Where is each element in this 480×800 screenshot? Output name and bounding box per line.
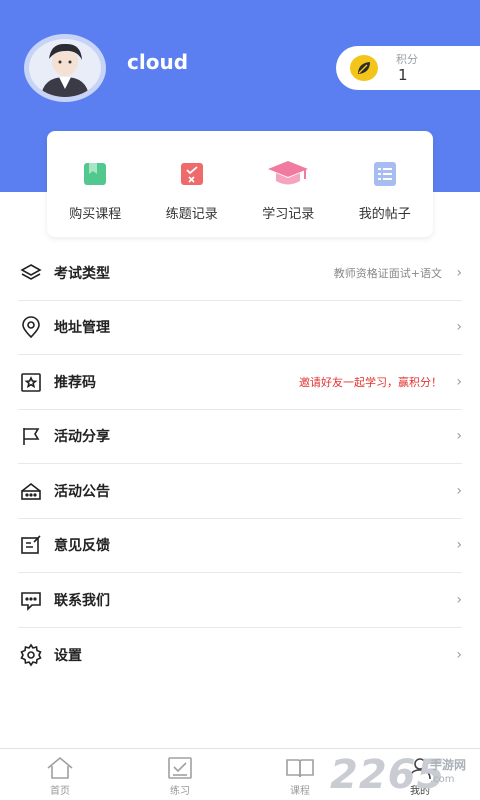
practice-icon [167, 755, 193, 781]
menu-item-label: 活动分享 [54, 429, 110, 446]
home-icon [46, 755, 74, 781]
menu-item-label: 考试类型 [54, 265, 110, 282]
layers-icon [18, 260, 44, 286]
menu-item-label: 推荐码 [54, 374, 96, 391]
chevron-right-icon: › [456, 646, 462, 663]
tab-home[interactable]: 首页 [0, 749, 120, 800]
tab-label: 首页 [50, 786, 70, 797]
menu-item-value: 教师资格证面试+语文 [333, 266, 442, 280]
chevron-right-icon: › [456, 482, 462, 499]
open-book-icon [285, 755, 315, 781]
menu-item-referral-code[interactable]: 推荐码 邀请好友一起学习，赢积分！ › [18, 355, 462, 410]
tab-label: 课程 [290, 786, 310, 797]
quick-action-label: 我的帖子 [358, 207, 411, 222]
quick-action-label: 学习记录 [262, 207, 315, 222]
star-badge-icon [18, 369, 44, 395]
gear-icon [18, 642, 44, 668]
menu-item-label: 联系我们 [54, 592, 110, 609]
chevron-right-icon: › [456, 537, 462, 554]
quick-action-label: 购买课程 [69, 207, 122, 222]
watermark-text: 手游网 [430, 758, 467, 772]
tab-label: 练习 [170, 786, 190, 797]
chevron-right-icon: › [456, 319, 462, 336]
quick-action-label: 练题记录 [165, 207, 218, 222]
quick-action-buy-courses[interactable]: 购买课程 [47, 131, 144, 237]
menu-item-feedback[interactable]: 意见反馈 › [18, 519, 462, 573]
referral-promo-text: 邀请好友一起学习，赢积分！ [299, 375, 442, 389]
quick-action-my-posts[interactable]: 我的帖子 [337, 131, 434, 237]
settings-menu: 考试类型 教师资格证面试+语文 › 地址管理 › 推荐码 邀请好友一起学习，赢积… [18, 246, 462, 682]
flag-icon [18, 423, 44, 449]
points-label: 积分 [396, 53, 418, 66]
menu-item-label: 活动公告 [54, 483, 110, 500]
points-value: 1 [398, 66, 408, 84]
menu-item-contact-us[interactable]: 联系我们 › [18, 573, 462, 628]
watermark-url: .com [430, 774, 455, 785]
avatar-illustration [41, 43, 89, 97]
chevron-right-icon: › [456, 428, 462, 445]
chevron-right-icon: › [456, 264, 462, 281]
menu-item-address[interactable]: 地址管理 › [18, 301, 462, 355]
points-badge[interactable]: 积分 1 [336, 46, 480, 90]
menu-item-label: 地址管理 [54, 320, 110, 337]
avatar[interactable] [24, 34, 106, 102]
edit-note-icon [18, 532, 44, 558]
checklist-icon [179, 159, 205, 189]
quick-action-study-record[interactable]: 学习记录 [240, 131, 337, 237]
tab-practice[interactable]: 练习 [120, 749, 240, 800]
menu-item-announcements[interactable]: 活动公告 › [18, 464, 462, 519]
menu-item-label: 意见反馈 [54, 538, 110, 555]
profile-page: cloud 积分 1 购买课程 练题记录 学习记录 我的帖子 考试类型 教师资格… [0, 0, 480, 800]
menu-item-label: 设置 [54, 647, 82, 664]
menu-item-activity-share[interactable]: 活动分享 › [18, 410, 462, 464]
quick-action-practice-record[interactable]: 练题记录 [144, 131, 241, 237]
leaf-icon [350, 55, 378, 81]
menu-item-exam-type[interactable]: 考试类型 教师资格证面试+语文 › [18, 246, 462, 301]
chevron-right-icon: › [456, 373, 462, 390]
chevron-right-icon: › [456, 591, 462, 608]
menu-item-settings[interactable]: 设置 › [18, 628, 462, 683]
site-watermark: 2265 手游网 .com [330, 752, 478, 798]
quick-actions-card: 购买课程 练题记录 学习记录 我的帖子 [47, 131, 433, 237]
chat-bubble-icon [18, 587, 44, 613]
location-pin-icon [18, 314, 44, 340]
username: cloud [127, 50, 189, 74]
list-document-icon [373, 159, 397, 189]
announcement-icon [18, 478, 44, 504]
book-icon [82, 159, 108, 189]
graduation-cap-icon [266, 159, 310, 189]
watermark-number: 2265 [330, 752, 446, 798]
